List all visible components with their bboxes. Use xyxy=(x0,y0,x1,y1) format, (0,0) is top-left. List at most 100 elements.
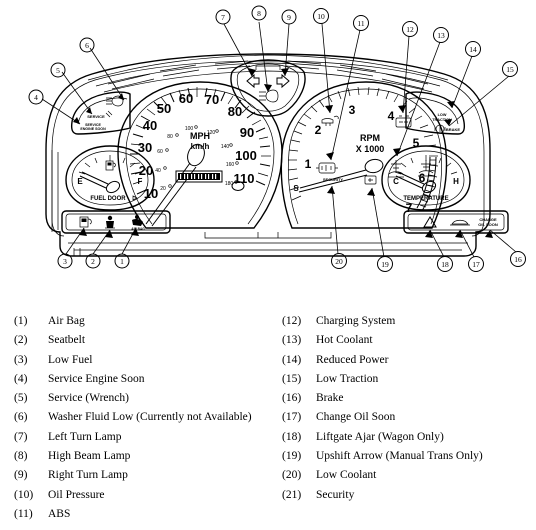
low-traction-label-1: LOW xyxy=(438,113,447,117)
legend-item: (5) Service (Wrench) xyxy=(14,389,268,408)
legend-number: (1) xyxy=(14,315,28,327)
svg-text:18: 18 xyxy=(441,260,449,269)
legend-number: (7) xyxy=(14,430,28,443)
tach-tick-2: 2 xyxy=(315,123,322,137)
legend-number: (6) xyxy=(14,411,28,424)
tach-unit-multiplier: X 1000 xyxy=(356,144,385,154)
speedo-tick-100: 100 xyxy=(235,148,257,163)
tach-tick-4: 4 xyxy=(388,109,395,123)
tachometer-gauge: 1 2 3 4 5 6 7 S RPM X 1000 SECURITY xyxy=(280,81,448,229)
callout-1: 1 xyxy=(114,253,130,269)
legend-item: (11) ABS xyxy=(14,505,268,524)
legend-item: (16) Brake xyxy=(282,389,536,408)
liftgate-ajar-icon xyxy=(450,219,470,226)
legend-label: Service (Wrench) xyxy=(48,392,129,405)
legend-item: (1) Air Bag xyxy=(14,312,268,331)
tach-unit-rpm: RPM xyxy=(360,133,380,143)
legend-label: Upshift Arrow (Manual Trans Only) xyxy=(316,450,483,463)
service-label: SERVICE xyxy=(87,114,105,119)
callout-7: 7 xyxy=(215,9,231,25)
legend-number: (15) xyxy=(282,372,302,385)
speedometer-needle xyxy=(145,143,205,227)
svg-text:6: 6 xyxy=(85,41,89,50)
security-icon xyxy=(364,175,377,185)
callout-18: 18 xyxy=(437,256,453,272)
left-indicator-panel: AIR BAG xyxy=(61,210,171,234)
fuel-mark-empty: E xyxy=(77,177,83,186)
left-turn-arrow-icon xyxy=(246,73,260,89)
right-turn-arrow-icon xyxy=(276,73,290,89)
kmh-tick-60: 60 xyxy=(157,149,163,155)
legend-item: (18) Liftgate Ajar (Wagon Only) xyxy=(282,428,536,447)
legend-label: Seatbelt xyxy=(48,334,86,347)
fuel-pump-gauge-icon xyxy=(105,160,116,171)
svg-text:19: 19 xyxy=(381,260,389,269)
callout-15: 15 xyxy=(502,61,518,77)
speedo-unit-mph: MPH xyxy=(190,131,210,141)
callout-6: 6 xyxy=(79,37,95,53)
callout-17: 17 xyxy=(468,256,484,272)
speedo-tick-90: 90 xyxy=(240,125,254,140)
svg-text:10: 10 xyxy=(317,12,325,21)
legend-number: (17) xyxy=(282,411,302,424)
legend-number: (5) xyxy=(14,392,28,405)
legend-label: Right Turn Lamp xyxy=(48,469,128,482)
speedo-tick-110: 110 xyxy=(234,171,255,186)
legend-number: (16) xyxy=(282,392,302,405)
legend-label: Reduced Power xyxy=(316,353,389,366)
high-beam-icon xyxy=(259,89,279,103)
legend-number: (18) xyxy=(282,430,302,443)
svg-text:16: 16 xyxy=(514,255,522,264)
temperature-gauge: C H TEMPERATURE xyxy=(381,145,471,211)
callout-10: 10 xyxy=(313,8,329,24)
legend-item: (10) Oil Pressure xyxy=(14,486,268,505)
callout-13: 13 xyxy=(433,27,449,43)
callout-9: 9 xyxy=(281,9,297,25)
legend-label: ABS xyxy=(48,507,71,520)
kmh-tick-20: 20 xyxy=(160,186,166,192)
fuel-mark-full: F xyxy=(138,177,143,186)
legend-item: (14) Reduced Power xyxy=(282,351,536,370)
oil-pressure-icon xyxy=(321,115,339,126)
callout-2: 2 xyxy=(85,253,101,269)
legend-label: Charging System xyxy=(316,315,396,327)
callout-3: 3 xyxy=(57,253,73,269)
legend-number: (4) xyxy=(14,372,28,385)
legend-label: High Beam Lamp xyxy=(48,450,131,463)
legend-number: (2) xyxy=(14,334,28,347)
svg-text:17: 17 xyxy=(472,260,480,269)
seatbelt-icon xyxy=(105,215,115,229)
svg-text:9: 9 xyxy=(287,13,291,22)
speedo-tick-40: 40 xyxy=(143,118,157,133)
abs-icon xyxy=(316,162,338,174)
legend-item: (19) Upshift Arrow (Manual Trans Only) xyxy=(282,447,536,466)
callout-bubbles: 1 2 3 4 5 6 7 8 9 10 11 12 13 14 15 16 1… xyxy=(28,5,526,272)
svg-text:7: 7 xyxy=(221,13,225,22)
change-oil-soon-icon: CHANGE OIL SOON xyxy=(478,217,498,227)
tach-tick-3: 3 xyxy=(349,103,356,117)
security-label: SECURITY xyxy=(323,177,344,182)
callout-8: 8 xyxy=(251,5,267,21)
svg-text:1: 1 xyxy=(120,257,124,266)
callout-4: 4 xyxy=(28,89,44,105)
legend-number: (9) xyxy=(14,469,28,482)
tachometer-needle xyxy=(298,158,384,193)
legend-number: (14) xyxy=(282,353,302,366)
legend-item: (8) High Beam Lamp xyxy=(14,447,268,466)
legend-item: (21) Security xyxy=(282,486,536,505)
legend-label: Service Engine Soon xyxy=(48,372,145,385)
speedometer-gauge: 10 20 30 40 50 60 70 80 90 100 110 20 40… xyxy=(117,81,283,229)
legend-number: (8) xyxy=(14,450,28,463)
speedo-tick-70: 70 xyxy=(205,92,219,107)
legend-item: (12) Charging System xyxy=(282,312,536,331)
svg-text:13: 13 xyxy=(437,31,445,40)
svg-text:5: 5 xyxy=(56,66,60,75)
legend-item: (17) Change Oil Soon xyxy=(282,408,536,427)
legend-label: Air Bag xyxy=(48,315,85,327)
svg-text:11: 11 xyxy=(357,19,364,28)
fuel-needle xyxy=(79,171,121,194)
right-indicator-panel: CHANGE OIL SOON xyxy=(403,210,509,234)
legend-label: Oil Pressure xyxy=(48,488,105,501)
tach-start-mark: S xyxy=(293,184,299,193)
tach-tick-1: 1 xyxy=(305,157,312,171)
